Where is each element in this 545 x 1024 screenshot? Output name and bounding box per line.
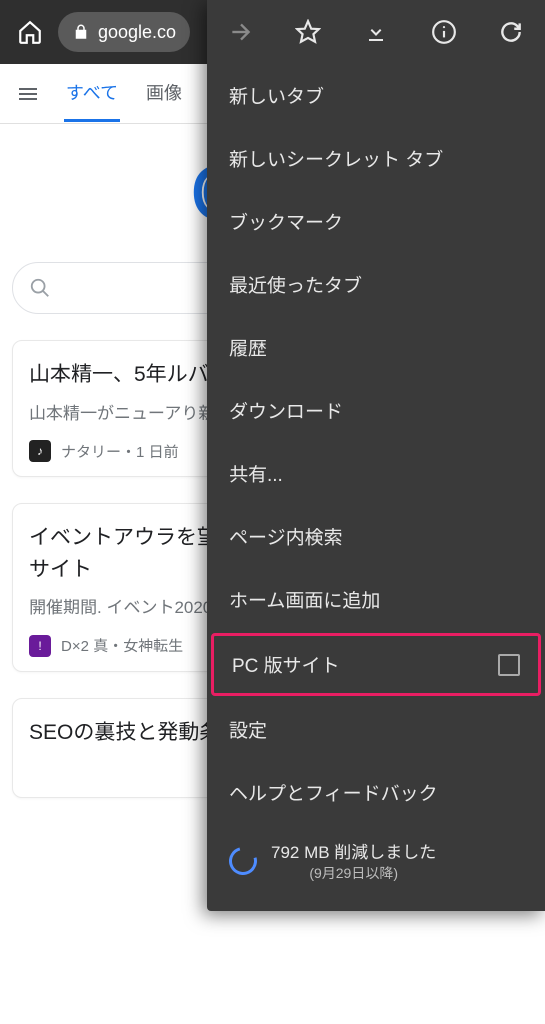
url-text: google.co <box>98 22 176 43</box>
data-saver-row[interactable]: 792 MB 削減しました (9月29日以降) <box>207 824 545 901</box>
forward-button[interactable] <box>219 10 263 54</box>
menu-label: 共有... <box>229 460 283 487</box>
menu-incognito[interactable]: 新しいシークレット タブ <box>207 127 545 190</box>
menu-bookmarks[interactable]: ブックマーク <box>207 190 545 253</box>
download-button[interactable] <box>354 10 398 54</box>
bookmark-star-button[interactable] <box>286 10 330 54</box>
source-text: D×2 真・女神転生 <box>61 635 183 656</box>
menu-label: PC 版サイト <box>232 651 340 678</box>
info-icon <box>431 19 457 45</box>
menu-label: 履歴 <box>229 334 267 361</box>
menu-share[interactable]: 共有... <box>207 442 545 505</box>
gauge-icon <box>224 841 262 879</box>
menu-find-in-page[interactable]: ページ内検索 <box>207 505 545 568</box>
data-saved-since: (9月29日以降) <box>271 863 436 883</box>
menu-label: 新しいタブ <box>229 82 324 109</box>
menu-label: ホーム画面に追加 <box>229 586 380 613</box>
source-badge: ! <box>29 635 51 657</box>
hamburger-icon <box>16 82 40 106</box>
menu-help[interactable]: ヘルプとフィードバック <box>207 761 545 824</box>
lock-icon <box>72 23 90 41</box>
tab-all[interactable]: すべて <box>64 65 120 122</box>
tab-images[interactable]: 画像 <box>144 65 184 122</box>
home-button[interactable] <box>10 12 50 52</box>
menu-button[interactable] <box>6 72 50 116</box>
menu-label: ヘルプとフィードバック <box>229 779 438 806</box>
menu-label: 新しいシークレット タブ <box>229 145 443 172</box>
menu-icon-row <box>207 0 545 64</box>
desktop-site-checkbox[interactable] <box>498 654 520 676</box>
menu-recent-tabs[interactable]: 最近使ったタブ <box>207 253 545 316</box>
star-icon <box>295 19 321 45</box>
source-text: ナタリー・1 日前 <box>61 441 179 462</box>
menu-label: 設定 <box>229 716 267 743</box>
menu-label: 最近使ったタブ <box>229 271 362 298</box>
menu-downloads[interactable]: ダウンロード <box>207 379 545 442</box>
menu-desktop-site[interactable]: PC 版サイト <box>211 633 541 696</box>
reload-icon <box>498 19 524 45</box>
menu-history[interactable]: 履歴 <box>207 316 545 379</box>
menu-add-to-home[interactable]: ホーム画面に追加 <box>207 568 545 631</box>
download-icon <box>364 20 388 44</box>
reload-button[interactable] <box>489 10 533 54</box>
overflow-menu: 新しいタブ 新しいシークレット タブ ブックマーク 最近使ったタブ 履歴 ダウン… <box>207 0 545 911</box>
menu-label: ブックマーク <box>229 208 343 235</box>
search-icon <box>29 277 51 299</box>
menu-new-tab[interactable]: 新しいタブ <box>207 64 545 127</box>
data-saved-text: 792 MB 削減しました <box>271 838 436 863</box>
menu-label: ページ内検索 <box>229 523 343 550</box>
home-icon <box>17 19 43 45</box>
menu-settings[interactable]: 設定 <box>207 698 545 761</box>
info-button[interactable] <box>422 10 466 54</box>
source-badge: ♪ <box>29 440 51 462</box>
url-bar[interactable]: google.co <box>58 12 190 52</box>
menu-label: ダウンロード <box>229 397 343 424</box>
arrow-right-icon <box>228 19 254 45</box>
